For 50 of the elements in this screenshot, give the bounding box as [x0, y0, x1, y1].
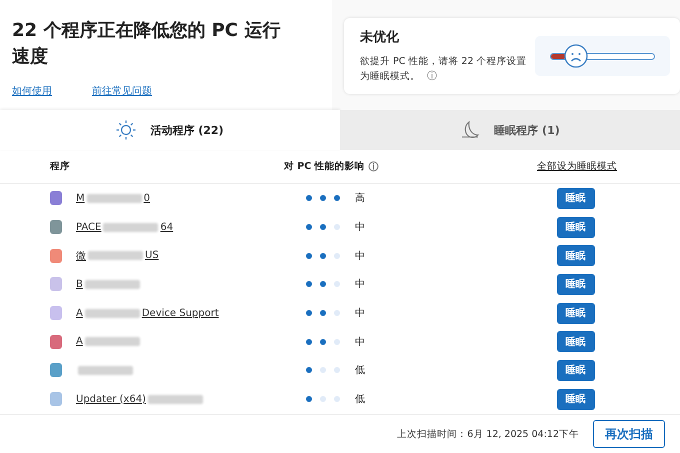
sleep-button[interactable]: 睡眠 — [556, 388, 594, 410]
last-scan-time: 上次扫描时间：6月 12, 2025 04:12下午 — [397, 428, 579, 440]
impact-level: 中 — [355, 306, 365, 320]
sleep-button[interactable]: 睡眠 — [556, 302, 594, 324]
sleep-button[interactable]: 睡眠 — [556, 245, 594, 266]
program-name[interactable]: B — [76, 278, 83, 290]
sleep-all-link[interactable]: 全部设为睡眠模式 — [537, 160, 617, 173]
column-header: 对 PC 性能的影响 — [284, 160, 365, 173]
blurred-text — [88, 251, 143, 260]
impact-level: 中 — [355, 220, 365, 234]
sleep-button[interactable]: 睡眠 — [556, 216, 594, 238]
program-name[interactable]: Updater (x64) — [76, 394, 146, 405]
blurred-text — [148, 394, 203, 404]
tab[interactable]: 睡眠程序 (1) — [340, 110, 680, 150]
tab[interactable]: 活动程序 (22) — [0, 110, 340, 150]
impact-level: 中 — [355, 336, 365, 349]
program-name[interactable]: 0 — [144, 192, 150, 204]
blurred-text — [86, 194, 142, 203]
help-link[interactable]: 如何使用 — [12, 84, 52, 98]
help-link[interactable]: 前往常见问题 — [92, 84, 152, 98]
blurred-text — [78, 366, 133, 375]
impact-level: 中 — [355, 278, 365, 292]
sleep-button[interactable]: 睡眠 — [556, 360, 594, 381]
program-name[interactable]: PACE — [76, 222, 102, 233]
program-name[interactable]: 64 — [160, 222, 174, 233]
sun-icon — [116, 120, 136, 140]
sleep-button[interactable]: 睡眠 — [556, 331, 594, 352]
program-name[interactable]: US — [145, 250, 159, 262]
rescan-button[interactable]: 再次扫描 — [593, 420, 665, 448]
impact-level: 高 — [355, 192, 365, 206]
program-name[interactable]: Device Support — [142, 308, 219, 319]
impact-level: 中 — [355, 250, 365, 263]
impact-level: 低 — [355, 393, 365, 406]
status-title: 未优化 — [360, 29, 400, 46]
status-description: 欲提升 PC 性能，请将 22 个程序设置为睡眠模式。 ⓘ — [360, 55, 528, 84]
program-name[interactable]: 微 — [76, 248, 86, 263]
impact-level: 低 — [355, 364, 365, 378]
sleep-button[interactable]: 睡眠 — [556, 188, 594, 209]
column-header: 程序 — [48, 160, 71, 173]
program-name[interactable]: A — [76, 308, 83, 319]
blurred-text — [84, 308, 140, 318]
blurred-text — [84, 337, 140, 346]
program-name[interactable]: M — [76, 192, 85, 204]
blurred-text — [103, 222, 158, 232]
info-icon: ⓘ — [368, 160, 379, 174]
blurred-text — [84, 280, 140, 289]
moon-icon — [460, 120, 480, 140]
page-title: 22 个程序正在降低您的 PC 运行速度 — [12, 19, 282, 69]
sleep-button[interactable]: 睡眠 — [556, 274, 594, 295]
program-name[interactable]: A — [76, 336, 83, 348]
